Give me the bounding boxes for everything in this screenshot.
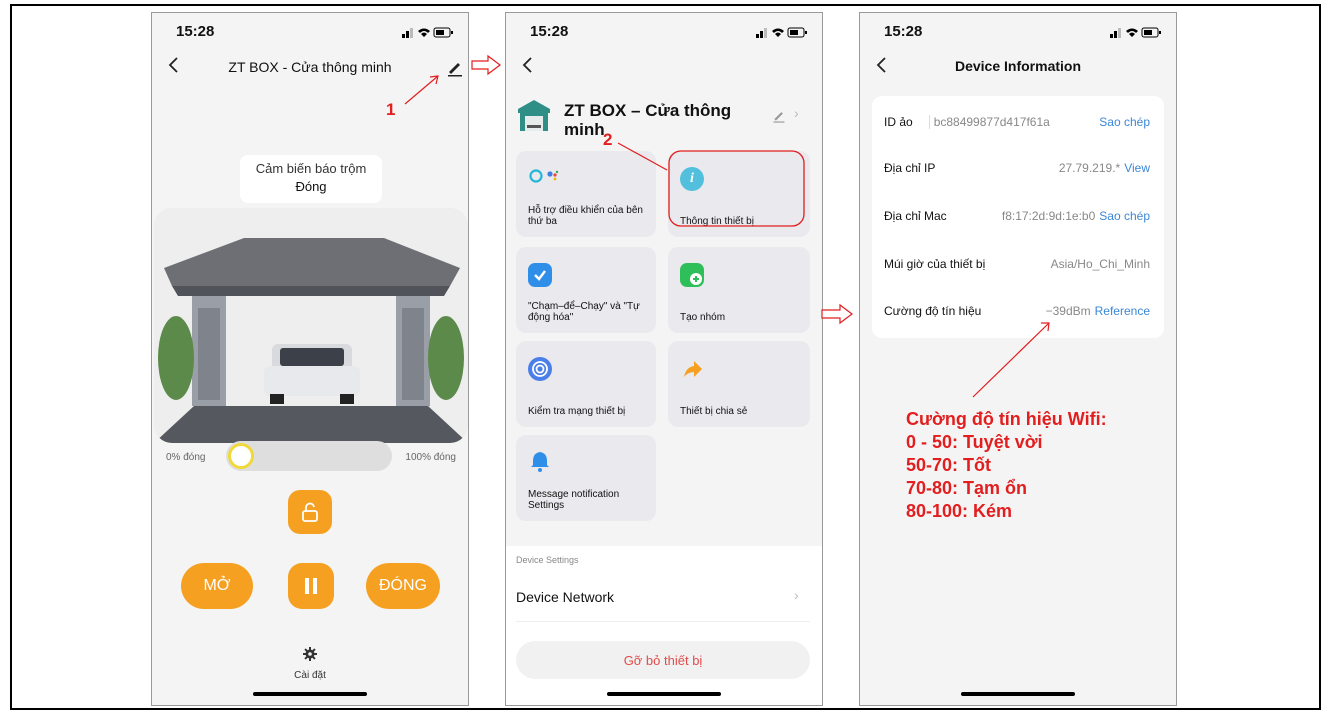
pause-button[interactable] [288, 563, 334, 609]
pause-icon [305, 578, 317, 594]
info-value: f8:17:2d:9d:1e:b0 [1001, 209, 1096, 223]
page-title: Device Information [954, 58, 1082, 74]
info-value: bc88499877d417f61a [928, 115, 1050, 129]
sensor-value: Đóng [295, 179, 327, 194]
status-icons [756, 25, 808, 38]
device-info-card: ID ảo bc88499877d417f61a Sao chép Địa ch… [872, 96, 1164, 338]
wifi-strength-note: Cường độ tín hiệu Wifi: 0 - 50: Tuyệt vờ… [906, 408, 1107, 523]
status-icons [1110, 25, 1162, 38]
slider-min-label: 0% đóng [166, 452, 206, 463]
signal-wifi-battery-icon [1110, 27, 1161, 38]
info-key: Địa chỉ IP [884, 161, 936, 175]
tile-share-device[interactable]: Thiết bị chia sẻ [668, 341, 810, 427]
slider-handle[interactable] [228, 443, 254, 469]
tile-device-info[interactable]: i Thông tin thiết bị [668, 151, 810, 237]
settings-label: Cài đặt [294, 670, 326, 681]
back-chevron-icon[interactable] [518, 55, 538, 75]
status-time: 15:28 [176, 23, 215, 40]
note-line: 0 - 50: Tuyệt vời [906, 432, 1043, 452]
home-indicator [961, 692, 1075, 696]
chevron-right-icon[interactable]: › [794, 105, 799, 121]
slider-max-label: 100% đóng [405, 452, 456, 463]
add-group-icon [680, 263, 704, 287]
note-line: 50-70: Tốt [906, 455, 992, 475]
info-icon: i [680, 167, 704, 191]
home-indicator [607, 692, 721, 696]
unlock-icon [302, 502, 318, 522]
info-row-timezone: Múi giờ của thiết bị Asia/Ho_Chi_Minh [884, 254, 1150, 274]
tile-notification-settings[interactable]: Message notification Settings [516, 435, 656, 521]
reference-button[interactable]: Reference [1095, 304, 1150, 318]
step-1-label: 1 [386, 100, 396, 119]
unlock-button[interactable] [288, 490, 332, 534]
note-line: 80-100: Kém [906, 501, 1013, 521]
info-value: Asia/Ho_Chi_Minh [1050, 257, 1150, 271]
divider [516, 621, 810, 622]
step-2-label: 2 [603, 130, 613, 149]
edit-pencil-icon[interactable] [772, 109, 786, 123]
status-time: 15:28 [884, 23, 923, 40]
bell-icon [528, 449, 552, 478]
check-shield-icon [528, 263, 552, 287]
info-key: Cường độ tín hiệu [884, 304, 982, 318]
info-row-signal-strength: Cường độ tín hiệu −39dBm Reference [884, 301, 1150, 321]
info-row-mac: Địa chỉ Mac f8:17:2d:9d:1e:b0 Sao chép [884, 206, 1150, 226]
view-button[interactable]: View [1124, 161, 1150, 175]
edit-pencil-icon[interactable] [446, 59, 464, 77]
gear-icon [303, 647, 317, 661]
info-key: ID ảo [884, 115, 913, 129]
note-line: Cường độ tín hiệu Wifi: [906, 409, 1107, 429]
status-icons [402, 25, 454, 38]
tile-label: "Chạm–để–Chạy" và "Tự động hóa" [528, 301, 640, 323]
settings-section [506, 546, 822, 705]
info-key: Múi giờ của thiết bị [884, 257, 986, 271]
tile-label: Hỗ trợ điều khiển của bên thứ ba [528, 205, 643, 227]
open-button[interactable]: MỞ [181, 563, 253, 609]
home-indicator [253, 692, 367, 696]
info-row-ip: Địa chỉ IP 27.79.219.* View [884, 158, 1150, 178]
share-arrow-icon [680, 357, 704, 386]
settings-button[interactable]: Cài đặt [152, 647, 468, 681]
copy-button[interactable]: Sao chép [1099, 209, 1150, 223]
sensor-label: Cảm biến báo trộm [255, 161, 367, 176]
network-check-icon [528, 357, 552, 381]
gate-illustration [154, 208, 468, 443]
tile-network-check[interactable]: Kiểm tra mạng thiết bị [516, 341, 656, 427]
section-label: Device Settings [516, 555, 579, 565]
chevron-right-icon[interactable]: › [794, 587, 799, 603]
signal-wifi-battery-icon [756, 27, 807, 38]
signal-wifi-battery-icon [402, 27, 453, 38]
alarm-sensor-status: Cảm biến báo trộm Đóng [240, 155, 382, 203]
status-time: 15:28 [530, 23, 569, 40]
tile-label: Kiểm tra mạng thiết bị [528, 406, 626, 417]
phone-device-information: 15:28 Device Information ID ảo bc8849987… [859, 12, 1177, 706]
tile-label: Thông tin thiết bị [680, 216, 754, 227]
tile-label: Thiết bị chia sẻ [680, 406, 748, 417]
tile-label: Tạo nhóm [680, 312, 726, 323]
garage-device-icon [516, 97, 552, 133]
tile-tap-to-run[interactable]: "Chạm–để–Chạy" và "Tự động hóa" [516, 247, 656, 333]
device-title: ZT BOX – Cửa thông minh [564, 101, 732, 139]
info-key: Địa chỉ Mac [884, 209, 947, 223]
close-button[interactable]: ĐÓNG [366, 563, 440, 609]
tile-create-group[interactable]: Tạo nhóm [668, 247, 810, 333]
info-value: −39dBm [1045, 304, 1091, 318]
page-title: ZT BOX - Cửa thông minh [228, 59, 392, 75]
tile-third-party[interactable]: Hỗ trợ điều khiển của bên thứ ba [516, 151, 656, 237]
remove-device-button[interactable]: Gỡ bỏ thiết bị [516, 641, 810, 679]
phone-device-settings: 15:28 ZT BOX – Cửa thông minh › Hỗ trợ đ… [505, 12, 823, 706]
tile-label: Message notification Settings [528, 489, 620, 511]
note-line: 70-80: Tạm ổn [906, 478, 1028, 498]
alexa-google-icon [528, 167, 568, 190]
copy-button[interactable]: Sao chép [1099, 115, 1150, 129]
phone-gate-control: 15:28 ZT BOX - Cửa thông minh Cảm biến b… [151, 12, 469, 706]
info-value: 27.79.219.* [1058, 161, 1121, 175]
info-row-virtual-id: ID ảo bc88499877d417f61a Sao chép [884, 112, 1150, 132]
device-network-row[interactable]: Device Network [516, 589, 614, 605]
